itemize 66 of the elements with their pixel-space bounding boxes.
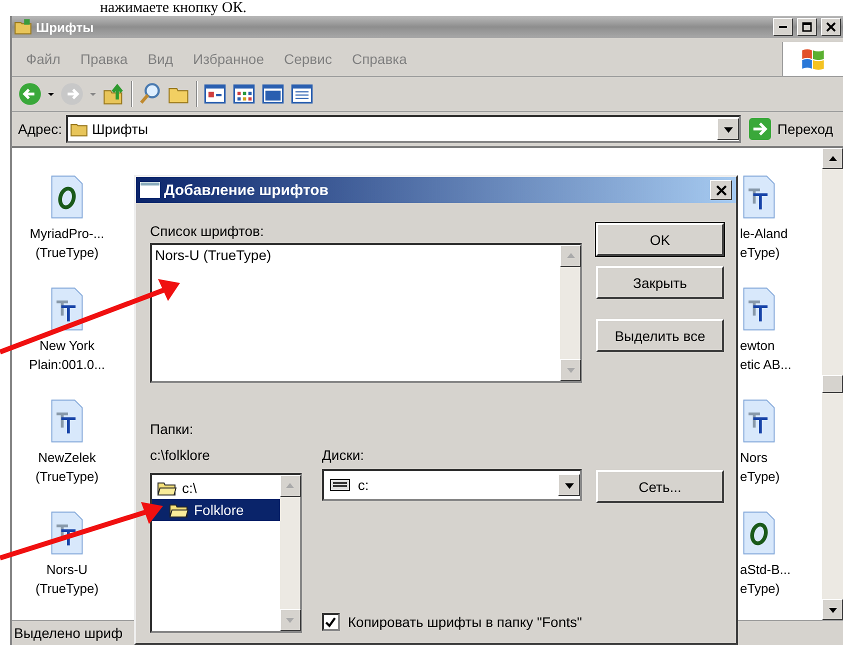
scroll-thumb[interactable] [822, 375, 843, 393]
down-triangle-icon [828, 606, 836, 614]
file-name: aStd-B... eType) [740, 561, 791, 598]
copy-fonts-checkbox[interactable]: Копировать шрифты в папку "Fonts" [322, 613, 582, 631]
folder-list[interactable]: c:\ Folklore [150, 473, 302, 633]
font-list-item[interactable]: Nors-U (TrueType) [152, 247, 560, 263]
ok-button[interactable]: OK [596, 223, 724, 256]
minimize-icon [779, 26, 787, 28]
close-dialog-button[interactable]: Закрыть [596, 266, 724, 299]
address-label: Адрес: [18, 121, 62, 137]
select-all-button[interactable]: Выделить все [596, 319, 724, 352]
down-triangle-icon [286, 616, 294, 624]
check-icon [325, 616, 336, 628]
view-mode-icon[interactable] [261, 82, 285, 106]
up-triangle-icon [286, 482, 294, 490]
checkbox[interactable] [322, 613, 340, 631]
view-mode-icon[interactable] [290, 82, 314, 106]
folder-icon [168, 502, 190, 518]
scroll-down-button[interactable] [822, 599, 843, 620]
font-list[interactable]: Nors-U (TrueType) [150, 243, 582, 383]
file-name: Nors eType) [740, 449, 780, 486]
document-text: нажимаете кнопку ОК. [99, 0, 248, 16]
dropdown-button[interactable] [717, 118, 740, 140]
file-name: Nors-U (TrueType) [35, 561, 99, 598]
maximize-icon [802, 22, 812, 32]
caret-icon [564, 480, 574, 490]
folder-item[interactable]: Folklore [152, 499, 280, 521]
file-name: NewZelek (TrueType) [35, 449, 99, 486]
folder-item[interactable]: c:\ [152, 477, 280, 499]
down-triangle-icon [566, 366, 574, 374]
folders-label: Папки: [150, 421, 194, 437]
drives-label: Диски: [322, 447, 366, 463]
network-button[interactable]: Сеть... [596, 470, 724, 503]
font-list-label: Список шрифтов: [150, 223, 265, 239]
close-icon [826, 22, 836, 32]
up-folder-icon[interactable] [102, 82, 126, 106]
folder-icon [14, 18, 32, 36]
folder-icon [156, 480, 178, 496]
dialog-title: Добавление шрифтов [164, 182, 328, 198]
minimize-button[interactable] [773, 18, 793, 36]
current-path: c:\folklore [150, 447, 211, 463]
file-name: MyriadPro-... (TrueType) [30, 225, 104, 262]
close-button[interactable] [821, 18, 841, 36]
file-name: le-Aland eType) [740, 225, 788, 262]
drive-icon [330, 479, 350, 491]
scrollbar[interactable] [822, 148, 843, 620]
close-icon [716, 184, 726, 196]
window-icon [140, 182, 160, 198]
up-triangle-icon [566, 252, 574, 260]
status-text: Выделено шриф [14, 625, 123, 641]
drive-dropdown[interactable]: c: [322, 469, 582, 501]
file-name: New York Plain:001.0... [29, 337, 105, 374]
up-triangle-icon [828, 154, 836, 162]
scroll-up-button[interactable] [822, 148, 843, 169]
window-title: Шрифты [36, 20, 94, 34]
caret-icon [724, 124, 733, 134]
view-mode-icon[interactable] [203, 82, 227, 106]
caret-icon[interactable] [47, 90, 55, 98]
address-field[interactable]: Шрифты [66, 115, 742, 143]
file-name: ewton etic AB... [740, 337, 792, 374]
go-button[interactable]: Переход [745, 118, 843, 140]
view-mode-icon[interactable] [232, 82, 256, 106]
close-button[interactable] [710, 180, 732, 200]
dropdown-button[interactable] [558, 474, 580, 496]
search-icon[interactable] [138, 82, 162, 106]
maximize-button[interactable] [797, 18, 817, 36]
